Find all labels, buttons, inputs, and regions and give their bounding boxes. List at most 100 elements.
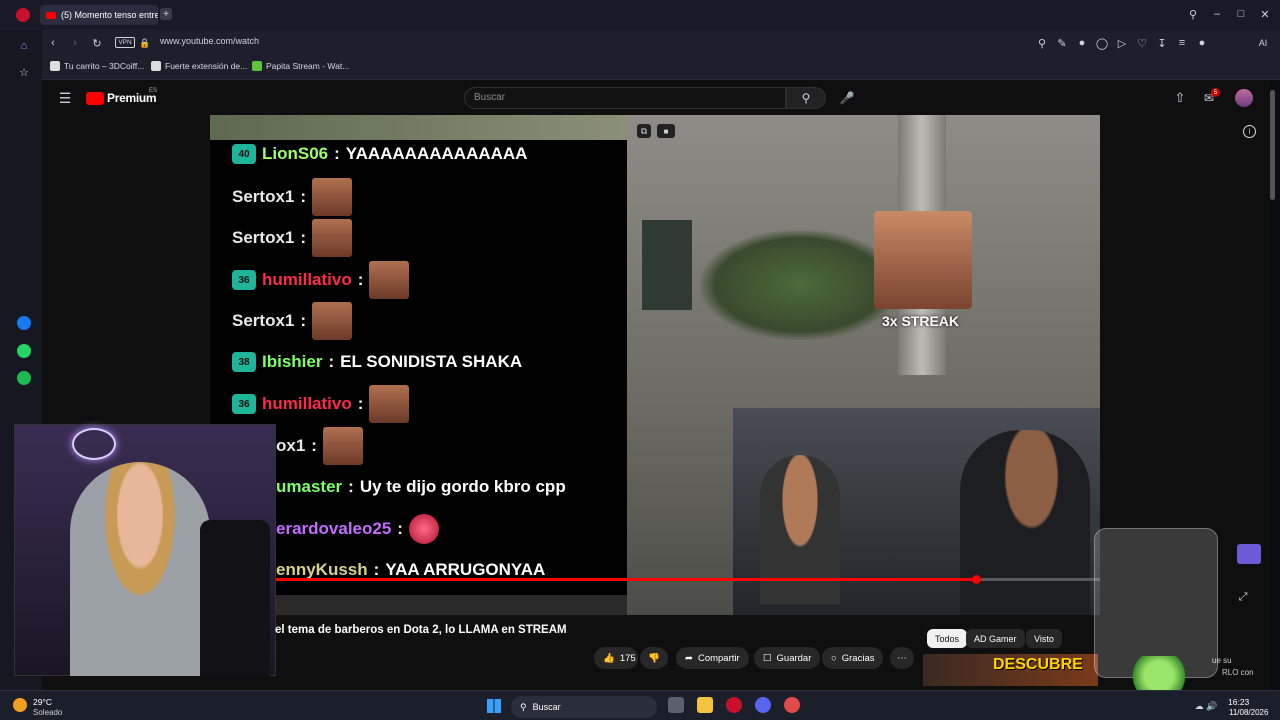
system-tray-icons[interactable]: ☁ 🔊 [1190, 700, 1222, 712]
weather-sun-icon[interactable] [13, 698, 27, 712]
streak-emote [874, 211, 972, 309]
chat-line: 36 humillativo: [232, 261, 410, 299]
recommended-thumbnail[interactable]: DESCUBRE [923, 654, 1098, 686]
chat-line: 38 Ibishier: EL SONIDISTA SHAKA [232, 352, 522, 372]
messenger-icon[interactable] [17, 316, 31, 330]
toolbar-extensions: ⚲ ✎ ● ◯ ▷ ♡ ↧ ≡ ● [1036, 36, 1216, 50]
like-button[interactable]: 👍 175 [594, 647, 638, 669]
reload-button[interactable]: ↻ [90, 36, 104, 50]
gaming-chair [200, 520, 270, 676]
profile-icon[interactable]: ● [1196, 36, 1208, 50]
url-field[interactable]: www.youtube.com/watch [160, 36, 259, 46]
download-icon[interactable]: ↧ [1156, 36, 1168, 50]
ad-logo [1237, 544, 1261, 564]
bookmark-icon: ☐ [763, 652, 772, 664]
tab-title: (5) Momento tenso entre [61, 10, 158, 20]
heart-icon[interactable]: ♡ [1136, 36, 1148, 50]
back-button[interactable]: ‹ [46, 36, 60, 50]
chip-all[interactable]: Todos [927, 629, 968, 648]
lock-icon: 🔒 [139, 37, 151, 48]
emote-image [312, 178, 353, 216]
spotify-icon[interactable] [17, 371, 31, 385]
camera-icon[interactable]: ● [1076, 36, 1088, 50]
thumbs-down-icon: 👎 [648, 652, 660, 664]
search-button[interactable]: ⚲ [786, 87, 826, 109]
bookmark-item[interactable]: Tu carrito – 3DCoiff... [50, 61, 144, 71]
camera-icon[interactable]: ■ [657, 124, 675, 138]
streamer-person [70, 462, 210, 676]
bookmark-favicon-icon [151, 61, 161, 71]
bookmark-item[interactable]: Papita Stream - Wat... [252, 61, 349, 71]
search-icon: ⚲ [520, 701, 527, 712]
weather-temp: 29°C [33, 697, 52, 707]
windows-start-icon[interactable] [487, 699, 501, 713]
thanks-button[interactable]: ○ Gracias [822, 647, 884, 669]
chip-ad-gamer[interactable]: AD Gamer [966, 629, 1025, 648]
search-input[interactable]: Buscar [464, 87, 786, 109]
task-view-icon[interactable] [668, 697, 684, 713]
menu-lines-icon[interactable]: ≡ [1176, 36, 1188, 50]
browser-tab-active[interactable]: (5) Momento tenso entre [40, 5, 158, 25]
info-icon[interactable]: i [1243, 125, 1256, 138]
play-icon[interactable]: ▷ [1116, 36, 1128, 50]
forward-button[interactable]: › [68, 36, 82, 50]
discord-icon[interactable] [755, 697, 771, 713]
fullscreen-icon[interactable]: ⤢ [1236, 590, 1250, 604]
dislike-button[interactable]: 👎 [640, 647, 668, 669]
bookmark-item[interactable]: Fuerte extensión de... [151, 61, 247, 71]
emote-image [369, 385, 410, 423]
file-explorer-icon[interactable] [697, 697, 713, 713]
share-button[interactable]: ➦ Compartir [676, 647, 749, 669]
weather-desc: Soleado [33, 708, 63, 717]
opera-taskbar-icon[interactable] [726, 697, 742, 713]
chat-line: Sertox1: [232, 219, 353, 257]
chat-line: Sertox1: [232, 302, 353, 340]
new-tab-button[interactable]: + [160, 8, 172, 20]
home-icon[interactable]: ⌂ [16, 38, 32, 54]
video-scene-gate [642, 220, 692, 310]
chip-watched[interactable]: Visto [1026, 629, 1062, 648]
clock-date: 11/08/2026 [1229, 708, 1269, 717]
save-button[interactable]: ☐ Guardar [754, 647, 821, 669]
star-icon[interactable]: ☆ [16, 64, 32, 80]
miniplayer-icon[interactable]: ⧉ [637, 124, 651, 138]
upload-icon[interactable]: ⇧ [1172, 90, 1188, 106]
search-tabs-icon[interactable]: ⚲ [1186, 7, 1200, 21]
emote-image [312, 219, 353, 257]
more-actions-button[interactable]: ⋯ [890, 647, 914, 669]
video-scene-person [760, 455, 840, 605]
chat-line: Sertox1: [232, 178, 353, 216]
emote-image [408, 514, 439, 544]
minimize-button[interactable]: – [1210, 7, 1224, 21]
streak-label: 3x STREAK [882, 313, 960, 329]
taskbar-search[interactable]: ⚲ Buscar [511, 696, 657, 718]
shield-icon[interactable]: ◯ [1096, 36, 1108, 50]
app-icon[interactable] [784, 697, 800, 713]
clock-time: 16:23 [1228, 697, 1250, 707]
youtube-play-icon [86, 91, 104, 105]
hamburger-menu-icon[interactable]: ☰ [57, 90, 73, 106]
emote-image [312, 302, 353, 340]
chat-line: 40 LionS06: YAAAAAAAAAAAAAA [232, 144, 527, 164]
close-window-button[interactable]: ✕ [1258, 7, 1272, 21]
microphone-icon[interactable]: 🎤 [838, 89, 856, 107]
whatsapp-icon[interactable] [17, 344, 31, 358]
emote-image [369, 261, 410, 299]
maximize-button[interactable]: □ [1234, 7, 1248, 21]
edit-icon[interactable]: ✎ [1056, 36, 1068, 50]
chat-line: ennyKussh: YAA ARRUGONYAA [276, 560, 546, 579]
page-scrollbar[interactable] [1270, 90, 1275, 200]
opera-logo-icon[interactable] [16, 8, 30, 22]
chat-line: ox1: [276, 427, 363, 465]
chat-line: erardovaleo25: [276, 514, 439, 544]
notification-count-badge: 5 [1211, 88, 1220, 97]
avatar[interactable] [1235, 89, 1253, 107]
video-scene-person [960, 430, 1090, 615]
youtube-logo[interactable]: Premium [86, 91, 157, 105]
opera-ai-button[interactable]: AI [1252, 35, 1274, 50]
video-scene-plants [700, 230, 900, 340]
vpn-badge[interactable]: VPN [115, 37, 135, 48]
zoom-icon[interactable]: ⚲ [1036, 36, 1048, 50]
share-arrow-icon: ➦ [685, 652, 693, 664]
recommended-snippet: RLO con [1222, 668, 1254, 677]
